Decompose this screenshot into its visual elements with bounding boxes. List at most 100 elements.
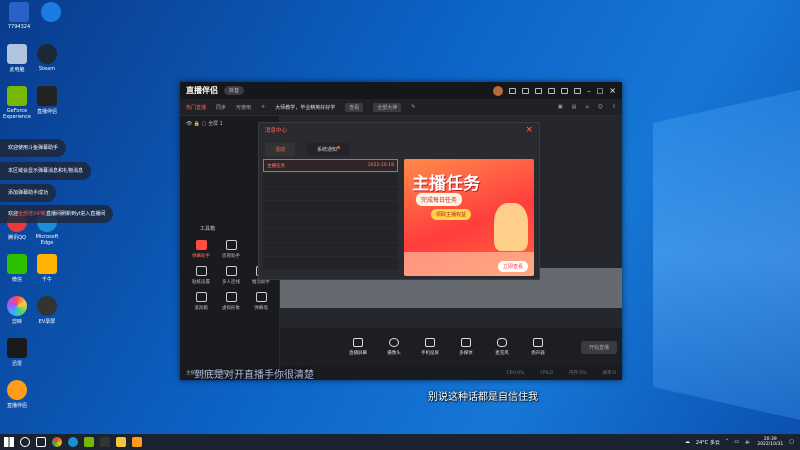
tool-sticker[interactable]: 贴纸设置 xyxy=(186,266,216,285)
nvidia-icon xyxy=(7,86,27,106)
edge-icon[interactable] xyxy=(68,437,78,447)
weather-icon[interactable]: ☁ xyxy=(685,439,690,445)
add-tab-icon[interactable]: + xyxy=(261,104,265,110)
close-icon[interactable]: × xyxy=(525,125,533,135)
list-item-empty xyxy=(263,257,398,270)
users-icon[interactable]: ☺ xyxy=(598,104,603,110)
network-icon[interactable]: ▭ xyxy=(734,439,739,445)
avatar-icon xyxy=(225,292,237,302)
subtitle-line-1: 到底是对开直播手你很清楚 xyxy=(194,370,314,381)
start-live-button[interactable]: 开始直播 xyxy=(580,340,617,354)
title-bar: 直播伴侣 抖音 – □ × xyxy=(180,82,622,99)
media-button[interactable]: 多媒体 xyxy=(453,338,479,356)
edit-icon[interactable]: ✎ xyxy=(411,104,415,110)
props-icon xyxy=(195,292,207,302)
gift-box-icon[interactable]: ▣ xyxy=(558,104,563,110)
desktop-icon-this-pc[interactable]: 此电脑 xyxy=(0,44,34,73)
promo-title: 主播任务 xyxy=(412,174,480,194)
platform-badge[interactable]: 抖音 xyxy=(224,86,245,95)
list-item-empty xyxy=(263,173,398,186)
menu-icon[interactable] xyxy=(574,87,582,94)
tool-multi-link[interactable]: 多人连线 xyxy=(216,266,246,285)
search-icon[interactable] xyxy=(20,437,30,447)
tab-available[interactable]: 可使用 xyxy=(236,104,251,111)
all-button[interactable]: 全部大神 xyxy=(373,102,402,112)
ev-recorder-icon xyxy=(37,296,57,316)
view-now-button[interactable]: 立即查看 xyxy=(497,261,528,272)
screen-icon[interactable] xyxy=(561,87,569,94)
desktop-icon-steam[interactable]: Steam xyxy=(30,44,64,72)
wall-icon xyxy=(255,292,267,302)
tool-avatar[interactable]: 虚拟形象 xyxy=(216,292,246,311)
promo-banner[interactable]: 主播任务 完成每日任务 领取主播权益 立即查看 xyxy=(404,159,534,276)
computer-icon xyxy=(7,44,27,64)
weather-text[interactable]: 24°C 多云 xyxy=(696,439,720,446)
tool-danmu-wall[interactable]: 弹幕墙 xyxy=(246,292,276,311)
message-icon[interactable] xyxy=(509,87,517,94)
desktop-icon-capcut[interactable]: 剪映 xyxy=(0,296,34,325)
desktop-icon-live-companion[interactable]: 直播伴侣 xyxy=(30,86,64,115)
notification: 本区域会显示弹幕消息和礼物消息 xyxy=(0,162,92,180)
gift-icon[interactable] xyxy=(522,87,530,94)
notification-icon[interactable]: ▢ xyxy=(789,439,794,445)
tab-sync[interactable]: 同步 xyxy=(216,104,226,111)
message-list: 主播任务 2022-10-18 xyxy=(263,159,398,271)
clock[interactable]: 20:39 2022/10/31 xyxy=(757,437,783,448)
mail-icon[interactable] xyxy=(535,87,543,94)
layout-icon[interactable]: ▤ xyxy=(572,104,577,110)
volume-icon[interactable]: 🔈 xyxy=(745,439,751,445)
chrome-icon[interactable] xyxy=(52,437,62,447)
list-item[interactable]: 主播任务 2022-10-18 xyxy=(263,159,398,172)
desktop-icon-geforce[interactable]: GeForce Experience xyxy=(0,86,34,120)
chevron-up-icon[interactable]: ˄ xyxy=(726,439,729,445)
desktop-icon-live-companion-2[interactable]: 直播伴侣 xyxy=(0,380,34,409)
microphone-button[interactable]: 麦克风 xyxy=(489,338,515,356)
tab-activity[interactable]: 活动 xyxy=(265,143,296,156)
tab-system-notice[interactable]: 系统通知 xyxy=(307,143,351,156)
tab-bar: 热门直播 同步 可使用 + 大师教学，毕业精英好好学 查看 全部大神 ✎ ▣ ▤… xyxy=(180,99,622,116)
folder-icon[interactable] xyxy=(116,437,126,447)
live-companion-active-icon[interactable] xyxy=(132,437,142,447)
speaker-button[interactable]: 扬声器 xyxy=(525,338,551,356)
task-view-icon[interactable] xyxy=(36,437,46,447)
avatar[interactable] xyxy=(493,85,504,96)
windows-start-icon[interactable] xyxy=(4,437,14,447)
tool-props[interactable]: 道具箱 xyxy=(186,292,216,311)
shop-icon[interactable]: ⌂ xyxy=(585,104,588,110)
maximize-icon[interactable]: □ xyxy=(597,87,604,95)
qianniu-icon xyxy=(37,254,57,274)
live-app-icon xyxy=(7,380,27,400)
desktop-icon-ev[interactable]: EV录屏 xyxy=(30,296,64,325)
wechat-icon xyxy=(7,254,27,274)
danmu-icon xyxy=(195,240,207,250)
tool-room-admin[interactable]: 房管助手 xyxy=(216,240,246,259)
camera-button[interactable]: 摄像头 xyxy=(381,338,407,356)
sticker-icon xyxy=(195,266,207,276)
minimize-icon[interactable]: – xyxy=(587,87,591,95)
close-icon[interactable]: × xyxy=(609,86,616,95)
desktop-icon-top-left[interactable]: 7794324 xyxy=(2,2,36,30)
tool-danmu[interactable]: 弹幕助手 xyxy=(186,240,216,259)
list-item-empty xyxy=(263,215,398,228)
download-icon xyxy=(225,266,237,276)
app-logo: 直播伴侣 xyxy=(186,86,218,95)
screen-capture-button[interactable]: 直播屏幕 xyxy=(345,338,371,356)
live-app-icon xyxy=(37,86,57,106)
desktop-icon-xunlei[interactable]: 迅雷 xyxy=(0,338,34,367)
live-companion-icon[interactable] xyxy=(100,437,110,447)
settings-icon[interactable] xyxy=(548,87,556,94)
desktop-icon-qianniu[interactable]: 千牛 xyxy=(30,254,64,283)
toolbox-label: 工具箱 xyxy=(200,226,216,232)
share-icon[interactable]: ⇪ xyxy=(612,104,616,110)
announcement-button[interactable]: 查看 xyxy=(345,102,364,112)
tab-hot-live[interactable]: 热门直播 xyxy=(186,104,206,111)
phone-cast-button[interactable]: 手机投屏 xyxy=(417,338,443,356)
promo-claim-button[interactable]: 领取主播权益 xyxy=(431,209,472,220)
promo-subtitle: 完成每日任务 xyxy=(416,193,463,206)
desktop-icon-k[interactable] xyxy=(34,2,68,24)
geforce-icon[interactable] xyxy=(84,437,94,447)
list-item-empty xyxy=(263,187,398,200)
system-tray: ☁ 24°C 多云 ˄ ▭ 🔈 20:39 2022/10/31 ▢ xyxy=(685,437,800,448)
dialog-title: 消息中心 xyxy=(265,128,288,134)
desktop-icon-wechat[interactable]: 微信 xyxy=(0,254,34,283)
